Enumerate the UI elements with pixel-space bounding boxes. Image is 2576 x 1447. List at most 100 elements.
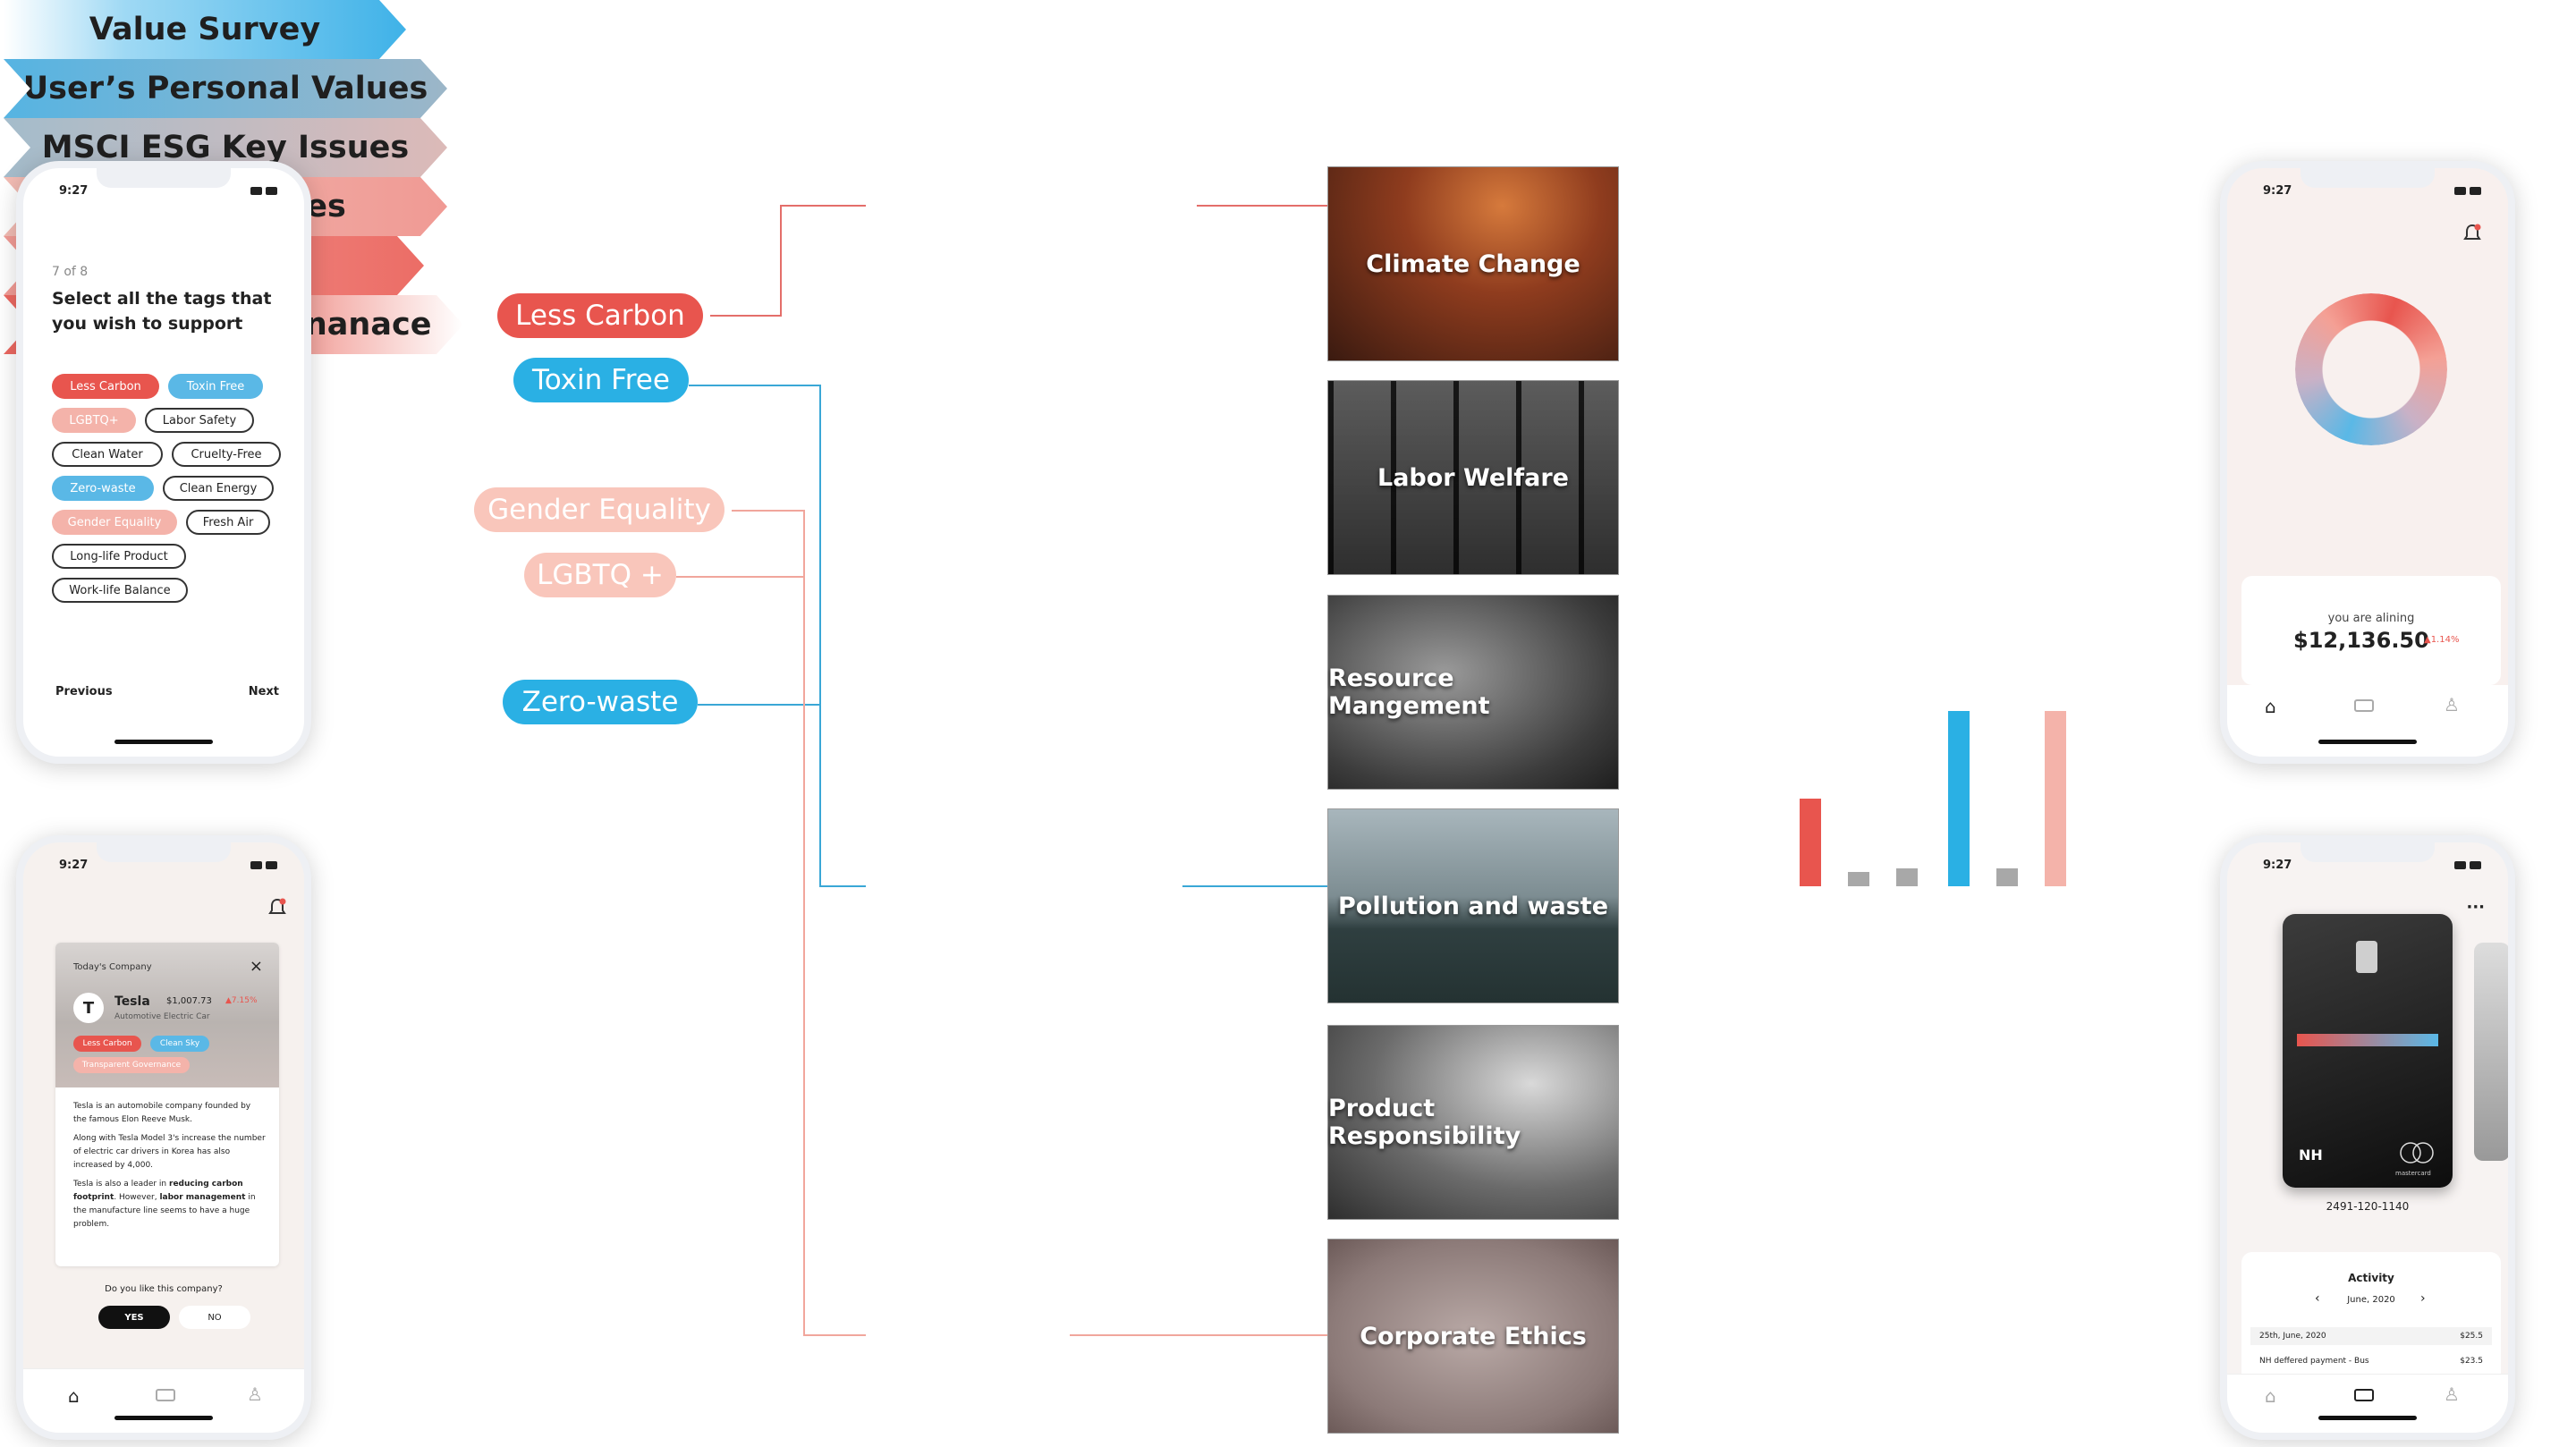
- user-icon[interactable]: ♙: [247, 1384, 263, 1405]
- activity-title: Activity: [2348, 1272, 2394, 1284]
- home-icon[interactable]: ⌂: [2265, 696, 2276, 717]
- survey-title: Select all the tags that you wish to supp…: [52, 289, 272, 334]
- tab-bar: ⌂ ♙: [23, 1368, 304, 1433]
- balance-change: ▲1.14%: [2424, 635, 2460, 645]
- yes-button[interactable]: YES: [98, 1306, 170, 1329]
- more-icon[interactable]: ···: [2466, 898, 2485, 917]
- core-labor-welfare: Labor Welfare: [1327, 380, 1619, 575]
- company-tag-governance: Transparent Governance: [73, 1057, 190, 1073]
- pvi-bar-4: [1948, 711, 1970, 886]
- pvi-bar-6: [2045, 711, 2066, 886]
- connector-less-carbon-v: [780, 205, 782, 317]
- company-price: $1,007.73: [166, 996, 212, 1006]
- tab-bar: ⌂ ♙: [2227, 1374, 2508, 1433]
- home-icon[interactable]: ⌂: [68, 1385, 80, 1407]
- close-icon[interactable]: ×: [250, 957, 263, 976]
- no-button[interactable]: NO: [179, 1306, 250, 1329]
- status-bar: 9:27: [59, 859, 277, 872]
- tag-work-life[interactable]: Work-life Balance: [52, 578, 188, 603]
- tag-toxin-free[interactable]: Toxin Free: [168, 374, 263, 399]
- pvi-bar-1: [1800, 799, 1821, 886]
- home-icon[interactable]: ⌂: [2265, 1385, 2276, 1407]
- survey-progress: 7 of 8: [52, 265, 89, 279]
- company-card: Today's Company × T Tesla $1,007.73 ▲7.1…: [55, 943, 279, 1266]
- tag-clean-water[interactable]: Clean Water: [52, 442, 163, 467]
- core-resource-management: Resource Mangement: [1327, 595, 1619, 790]
- tag-cruelty-free[interactable]: Cruelty-Free: [172, 442, 281, 467]
- company-desc: Automotive Electric Car: [114, 1012, 210, 1021]
- core-product-responsibility: Product Responsibility: [1327, 1025, 1619, 1220]
- tag-less-carbon[interactable]: Less Carbon: [52, 374, 159, 399]
- balance-card: you are alining $12,136.50 ▲1.14%: [2241, 576, 2501, 685]
- tesla-logo: T: [73, 993, 104, 1023]
- company-change: ▲7.15%: [225, 996, 258, 1005]
- bell-icon[interactable]: [268, 898, 286, 918]
- connector-climate: [1197, 205, 1327, 207]
- pvi-chart: [1798, 711, 2075, 886]
- connector-gender: [732, 510, 805, 512]
- status-bar: 9:27: [2263, 184, 2481, 198]
- previous-button[interactable]: Previous: [55, 685, 113, 698]
- card-icon[interactable]: [2354, 699, 2374, 712]
- balance-amount: $12,136.50: [2293, 628, 2429, 653]
- connector-less-carbon-h: [780, 205, 866, 207]
- value-ring: [2295, 293, 2447, 445]
- connector-less-carbon: [710, 315, 782, 317]
- tag-labor-safety[interactable]: Labor Safety: [145, 408, 254, 433]
- tag-gender-equality[interactable]: Gender Equality: [52, 510, 177, 535]
- card-icon[interactable]: [2354, 1389, 2374, 1401]
- connector-blue-v: [819, 385, 821, 887]
- card-icon[interactable]: [156, 1389, 175, 1401]
- company-tag-less-carbon: Less Carbon: [73, 1036, 141, 1052]
- dashboard-phone: 9:27 you are alining $12,136.50 ▲1.14% ⌂…: [2220, 161, 2515, 764]
- activity-row-1[interactable]: 25th, June, 2020 $25.5: [2250, 1327, 2492, 1345]
- connector-lgbtq: [676, 576, 805, 578]
- value-less-carbon: Less Carbon: [497, 293, 703, 338]
- pipeline-header: Value Survey User’s Personal Values MSCI…: [4, 0, 2572, 89]
- pvi-bar-3: [1896, 868, 1918, 886]
- value-zero-waste: Zero-waste: [503, 680, 698, 724]
- mastercard-logo: [2395, 1141, 2440, 1168]
- home-indicator: [114, 740, 213, 744]
- company-label: Today's Company: [73, 962, 152, 972]
- next-card-peek[interactable]: [2474, 943, 2508, 1161]
- pvi-bar-2: [1848, 872, 1869, 886]
- value-lgbtq: LGBTQ +: [524, 553, 676, 597]
- tag-fresh-air[interactable]: Fresh Air: [186, 510, 270, 535]
- core-corporate-ethics: Corporate Ethics: [1327, 1239, 1619, 1434]
- tag-clean-energy[interactable]: Clean Energy: [163, 476, 274, 501]
- credit-card[interactable]: NH mastercard: [2283, 914, 2453, 1188]
- tag-long-life[interactable]: Long-life Product: [52, 544, 186, 569]
- connector-ethics: [1070, 1334, 1327, 1336]
- pvi-bar-5: [1996, 868, 2018, 886]
- balance-caption: you are alining: [2327, 612, 2415, 625]
- step-personal-values: User’s Personal Values: [4, 59, 447, 118]
- card-name: NH: [2299, 1147, 2323, 1164]
- core-pollution-waste: Pollution and waste: [1327, 808, 1619, 1003]
- month-next[interactable]: ›: [2420, 1291, 2426, 1306]
- core-climate-change: Climate Change: [1327, 166, 1619, 361]
- connector-toxin: [689, 385, 821, 386]
- company-tag-clean-sky: Clean Sky: [150, 1036, 209, 1052]
- home-indicator: [114, 1416, 213, 1420]
- connector-blue-h: [819, 885, 866, 887]
- company-question: Do you like this company?: [105, 1284, 223, 1294]
- status-bar: 9:27: [2263, 859, 2481, 872]
- bell-icon[interactable]: [2463, 224, 2481, 243]
- next-button[interactable]: Next: [249, 685, 279, 698]
- activity-row-2[interactable]: NH deffered payment - Bus $23.5: [2250, 1352, 2492, 1370]
- survey-phone: 9:27 7 of 8 Select all the tags that you …: [16, 161, 311, 764]
- tag-lgbtq[interactable]: LGBTQ+: [52, 408, 136, 433]
- company-phone: 9:27 Today's Company × T Tesla $1,007.73…: [16, 835, 311, 1440]
- activity-month: June, 2020: [2347, 1295, 2395, 1305]
- value-toxin-free: Toxin Free: [513, 358, 689, 402]
- home-indicator: [2318, 740, 2417, 744]
- status-bar: 9:27: [59, 184, 277, 198]
- step-value-survey: Value Survey: [4, 0, 406, 59]
- tag-zero-waste[interactable]: Zero-waste: [52, 476, 154, 501]
- user-icon[interactable]: ♙: [2444, 1384, 2460, 1405]
- home-indicator: [2318, 1416, 2417, 1420]
- connector-pink-v: [803, 510, 805, 1336]
- tab-bar: ⌂ ♙: [2227, 685, 2508, 757]
- user-icon[interactable]: ♙: [2444, 694, 2460, 715]
